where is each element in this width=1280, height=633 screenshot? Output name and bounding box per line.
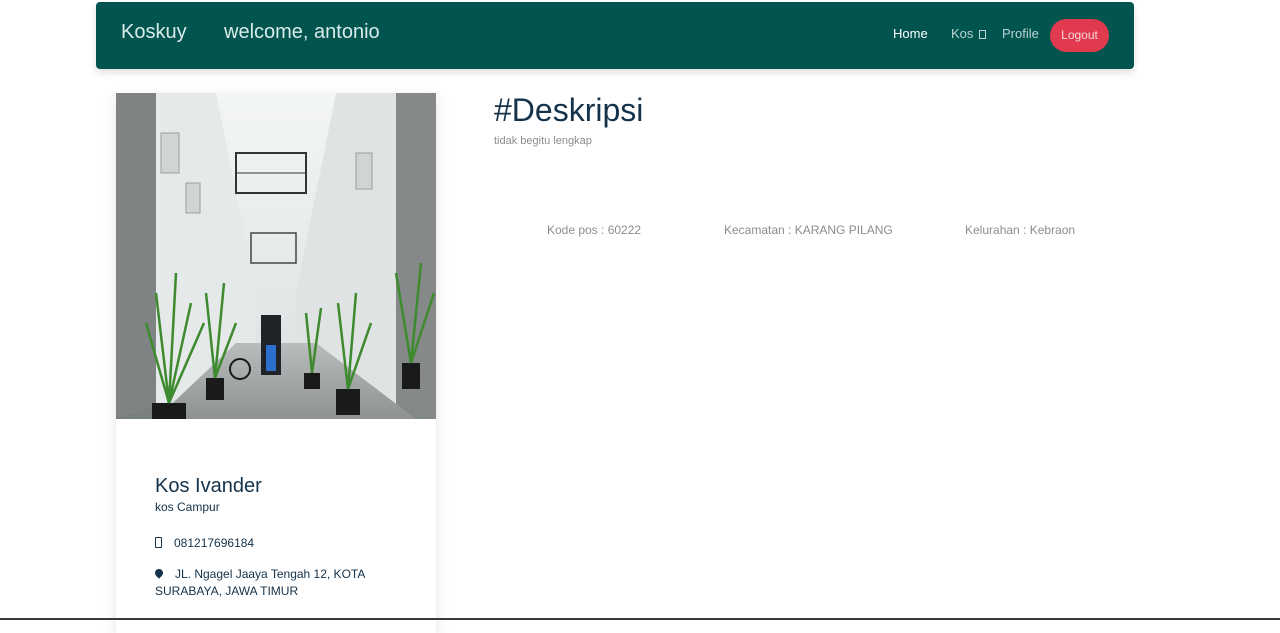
kos-photo bbox=[116, 93, 436, 419]
address-text: JL. Ngagel Jaaya Tengah 12, KOTA SURABAY… bbox=[155, 567, 365, 598]
description-subtitle: tidak begitu lengkap bbox=[494, 135, 592, 147]
nav-kos-link[interactable]: Kos bbox=[951, 26, 973, 41]
kos-name: Kos Ivander bbox=[155, 475, 262, 497]
top-navbar: Koskuy welcome, antonio Home Kos Profile… bbox=[96, 2, 1134, 69]
phone-row: 081217696184 bbox=[155, 536, 254, 550]
welcome-text: welcome, antonio bbox=[224, 21, 380, 43]
description-title: #Deskripsi bbox=[494, 92, 644, 128]
kos-type: kos Campur bbox=[155, 500, 220, 514]
kos-dropdown-icon[interactable] bbox=[979, 30, 986, 39]
phone-number: 081217696184 bbox=[174, 536, 255, 550]
mobile-phone-icon bbox=[155, 537, 162, 548]
kelurahan: Kelurahan : Kebraon bbox=[965, 223, 1076, 237]
logout-button[interactable]: Logout bbox=[1050, 19, 1109, 52]
nav-profile-link[interactable]: Profile bbox=[1002, 26, 1039, 41]
kecamatan: Kecamatan : KARANG PILANG bbox=[724, 223, 893, 237]
brand-logo[interactable]: Koskuy bbox=[121, 21, 187, 44]
kos-card: Kos Ivander kos Campur 081217696184 JL. … bbox=[116, 93, 436, 633]
kode-pos: Kode pos : 60222 bbox=[547, 223, 642, 237]
address-row: JL. Ngagel Jaaya Tengah 12, KOTA SURABAY… bbox=[153, 566, 385, 600]
map-marker-icon bbox=[153, 567, 165, 579]
nav-home-link[interactable]: Home bbox=[893, 26, 928, 41]
